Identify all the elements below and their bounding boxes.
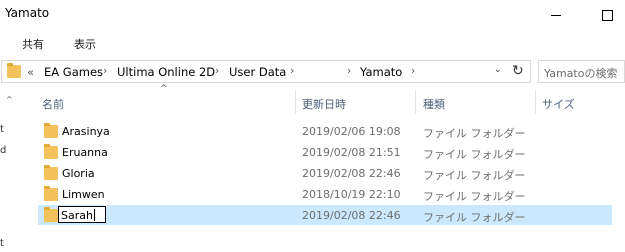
window-title: Yamato [5,6,50,20]
breadcrumb-separator[interactable]: › [347,64,351,77]
sort-ascending-icon: ^ [160,84,168,94]
list-item[interactable]: Gloria 2019/02/08 22:46 ファイル フォルダー [38,163,612,183]
tab-view[interactable]: 表示 [74,36,96,52]
column-header-size[interactable]: サイズ [542,96,575,112]
breadcrumb-yamato[interactable]: Yamato [360,65,402,79]
folder-icon [44,144,58,159]
file-type: ファイル フォルダー [423,211,526,224]
breadcrumb-separator[interactable]: › [411,64,415,77]
refresh-icon[interactable]: ↻ [512,63,524,79]
nav-item-fragment[interactable]: t [0,238,4,249]
column-header-name[interactable]: 名前 [42,96,64,112]
file-name: Arasinya [62,125,110,138]
file-date: 2018/10/19 22:10 [302,188,401,201]
file-type: ファイル フォルダー [423,148,526,161]
breadcrumb-user-data[interactable]: User Data [229,65,286,79]
tab-share[interactable]: 共有 [22,36,44,52]
list-item[interactable]: Limwen 2018/10/19 22:10 ファイル フォルダー [38,184,612,204]
address-dropdown-icon[interactable]: ⌄ [494,65,502,75]
breadcrumb-separator[interactable]: › [215,64,219,77]
file-type: ファイル フォルダー [423,169,526,182]
rename-input-value: Sarah [61,209,93,222]
breadcrumb-overflow[interactable]: « [27,65,34,79]
file-name: Gloria [62,167,95,180]
search-input[interactable]: Yamatoの検索 [538,60,625,83]
rename-input[interactable]: Sarah [58,206,106,223]
file-type: ファイル フォルダー [423,190,526,203]
maximize-icon [602,9,613,21]
file-name: Limwen [62,188,105,201]
minimize-icon [551,14,561,16]
breadcrumb-ultima-online[interactable]: Ultima Online 2D [117,65,215,79]
file-date: 2019/02/06 19:08 [302,125,401,138]
file-date: 2019/02/08 22:46 [302,209,401,222]
column-divider[interactable] [535,90,536,114]
text-caret [93,209,95,221]
column-divider[interactable] [415,90,416,114]
file-date: 2019/02/08 21:51 [302,146,401,159]
breadcrumb-separator[interactable]: › [290,64,294,77]
list-item[interactable]: Eruanna 2019/02/08 21:51 ファイル フォルダー [38,142,612,162]
column-divider[interactable] [295,90,296,114]
maximize-button[interactable] [590,0,625,30]
list-item[interactable]: Arasinya 2019/02/06 19:08 ファイル フォルダー [38,121,612,141]
breadcrumb-separator[interactable]: › [103,64,107,77]
minimize-button[interactable] [533,0,579,30]
nav-scroll-up-icon[interactable]: ^ [6,95,13,104]
folder-icon [44,207,58,222]
folder-icon [44,123,58,138]
file-type: ファイル フォルダー [423,127,526,140]
file-date: 2019/02/08 22:46 [302,167,401,180]
address-bar[interactable]: « EA Games › Ultima Online 2D › User Dat… [1,60,531,83]
list-item-selected[interactable]: Sarah 2019/02/08 22:46 ファイル フォルダー [38,205,612,225]
folder-icon [7,63,21,78]
file-name: Eruanna [62,146,108,159]
folder-icon [44,186,58,201]
breadcrumb-ea-games[interactable]: EA Games [44,65,103,79]
folder-icon [44,165,58,180]
nav-item-fragment[interactable]: d [0,145,6,156]
column-header-date[interactable]: 更新日時 [302,96,346,112]
column-header-type[interactable]: 種類 [423,96,445,112]
nav-item-fragment[interactable]: t [0,124,4,135]
